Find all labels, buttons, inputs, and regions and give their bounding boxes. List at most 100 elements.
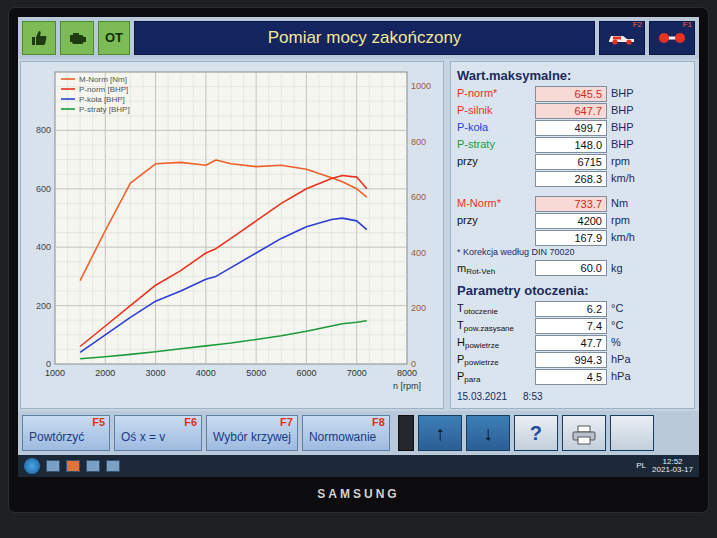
function-button[interactable]: F2: [599, 21, 645, 55]
value-row: mRot-Veh60.0kg: [457, 260, 688, 277]
tool-button[interactable]: ↓: [466, 415, 510, 451]
start-button[interactable]: [24, 458, 40, 474]
label-subscript: otoczenie: [464, 307, 498, 316]
timestamp: 15.03.20218:53: [457, 389, 688, 404]
value-unit: BHP: [611, 102, 647, 119]
app-icon[interactable]: [106, 460, 120, 472]
correction-note: * Korekcja według DIN 70020: [457, 246, 688, 260]
grid-line: [55, 232, 407, 233]
function-button[interactable]: Oś x = vF6: [114, 415, 202, 451]
legend-label: P-straty [BHP]: [79, 105, 130, 114]
right-tick: 400: [411, 247, 426, 257]
accept-button[interactable]: [22, 21, 56, 55]
value-unit: °C: [611, 300, 647, 317]
grid-line: [55, 290, 407, 291]
grid-line: [55, 173, 407, 174]
value-unit: BHP: [611, 119, 647, 136]
left-tick: 400: [36, 242, 51, 252]
header-bar: OTPomiar mocy zakończonyF2F1: [18, 17, 699, 59]
grid-line: [55, 334, 407, 335]
value-label: przy: [457, 153, 531, 170]
thumbs-up-icon: [29, 30, 49, 46]
plot-area: [55, 72, 407, 364]
print-button[interactable]: [562, 415, 606, 451]
grid-line: [55, 261, 407, 262]
function-key-label: F1: [683, 21, 692, 29]
grid-line: [55, 115, 407, 116]
engine-button[interactable]: [60, 21, 94, 55]
right-tick: 800: [411, 136, 426, 146]
tool-button[interactable]: ?: [514, 415, 558, 451]
value-row: Tpow.zasysane7.4°C: [457, 317, 688, 334]
grid-line: [55, 319, 407, 320]
label-subscript: Rot-Veh: [466, 267, 495, 276]
value-unit: %: [611, 334, 647, 351]
value-row: P-silnik647.7BHP: [457, 102, 688, 119]
car-icon: [607, 30, 637, 46]
value-label: P-straty: [457, 136, 531, 153]
value-unit: BHP: [611, 136, 647, 153]
value-box: 647.7: [535, 103, 607, 119]
clock[interactable]: 12:522021-03-17: [652, 458, 693, 475]
monitor-brand: SAMSUNG: [18, 477, 699, 512]
value-box: 733.7: [535, 196, 607, 212]
value-box: 994.3: [535, 352, 607, 368]
grid-line: [55, 159, 407, 160]
value-unit: °C: [611, 317, 647, 334]
clock-time: 12:52: [652, 458, 693, 466]
section-heading: Parametry otoczenia:: [457, 281, 688, 301]
label-text: P-norm*: [457, 87, 497, 99]
tool-button[interactable]: ↑: [418, 415, 462, 451]
grid-line: [55, 275, 407, 276]
value-label: Tpow.zasysane: [457, 317, 531, 334]
ot-button[interactable]: OT: [98, 21, 130, 55]
value-row: P-koła499.7BHP: [457, 119, 688, 136]
x-tick: 7000: [347, 368, 367, 378]
series-line: [80, 218, 367, 352]
label-text: H: [457, 336, 465, 348]
screen: OTPomiar mocy zakończonyF2F1100020003000…: [18, 17, 699, 477]
function-button[interactable]: Wybór krzywejF7: [206, 415, 298, 451]
monitor: OTPomiar mocy zakończonyF2F1100020003000…: [9, 8, 708, 512]
time-text: 8:53: [523, 389, 542, 404]
legend-swatch: [61, 108, 75, 110]
value-row: przy6715rpm: [457, 153, 688, 170]
status-group: OT: [22, 21, 130, 55]
label-text: P-straty: [457, 138, 495, 150]
value-box: 4200: [535, 213, 607, 229]
function-key-label: F7: [280, 417, 293, 428]
x-tick: 1000: [45, 368, 65, 378]
printer-icon: [571, 418, 597, 448]
left-tick: 200: [36, 300, 51, 310]
app-icon[interactable]: [46, 460, 60, 472]
app-icon[interactable]: [66, 460, 80, 472]
legend-label: M-Norm [Nm]: [79, 75, 127, 84]
value-label: P-koła: [457, 119, 531, 136]
value-label: Totoczenie: [457, 300, 531, 317]
app-icon[interactable]: [86, 460, 100, 472]
function-button[interactable]: F1: [649, 21, 695, 55]
grid-line: [55, 129, 407, 130]
value-box: 148.0: [535, 137, 607, 153]
keyboard-layout[interactable]: PL: [636, 460, 646, 472]
function-button[interactable]: NormowanieF8: [302, 415, 390, 451]
label-subscript: powietrze: [465, 341, 499, 350]
x-axis-unit: n [rpm]: [393, 381, 421, 391]
value-unit: Nm: [611, 195, 647, 212]
main-area: 1000200030004000500060007000800002004006…: [18, 59, 699, 412]
function-button[interactable]: PowtórzyćF5: [22, 415, 110, 451]
legend-swatch: [61, 88, 75, 90]
blank-button[interactable]: [610, 415, 654, 451]
label-text: P-koła: [457, 121, 488, 133]
value-box: 268.3: [535, 171, 607, 187]
value-row: przy4200rpm: [457, 212, 688, 229]
value-unit: hPa: [611, 368, 647, 385]
grid-line: [55, 217, 407, 218]
value-label: Ppara: [457, 368, 531, 385]
level-meter: [398, 415, 414, 451]
label-subscript: powietrze: [464, 358, 498, 367]
value-unit: rpm: [611, 153, 647, 170]
value-row: Ppara4.5hPa: [457, 368, 688, 385]
left-tick: 800: [36, 125, 51, 135]
value-row: Totoczenie6.2°C: [457, 300, 688, 317]
